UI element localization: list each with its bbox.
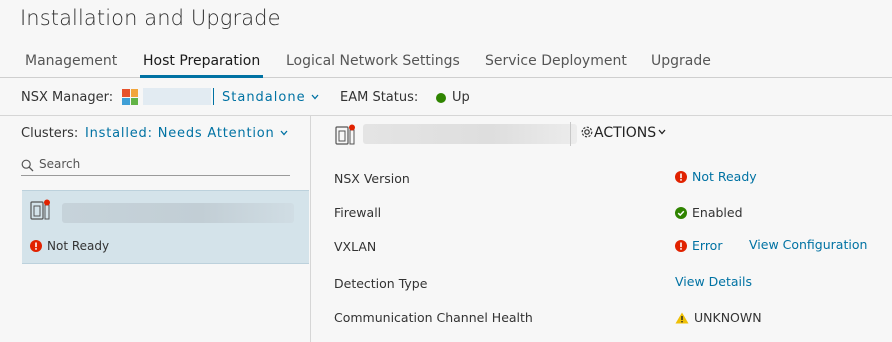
gear-icon	[581, 126, 593, 138]
chevron-down-icon	[280, 130, 288, 136]
nsx-version-value: Not Ready	[692, 169, 757, 184]
tab-logical-network-settings[interactable]: Logical Network Settings	[286, 53, 460, 78]
firewall-value: Enabled	[692, 205, 743, 220]
cluster-name-redacted	[363, 124, 577, 144]
page-title: Installation and Upgrade	[20, 6, 281, 30]
clusters-panel: Clusters: Installed: Needs Attention Not…	[0, 116, 310, 342]
clusters-filter-label: Installed: Needs Attention	[85, 126, 275, 141]
manager-separator	[213, 88, 214, 105]
error-icon	[30, 240, 42, 252]
host-cluster-icon	[30, 199, 50, 220]
error-icon	[675, 171, 687, 183]
vxlan-status-link[interactable]: Error	[675, 238, 722, 253]
tab-management[interactable]: Management	[25, 53, 117, 78]
firewall-status: Enabled	[675, 205, 743, 220]
search-input[interactable]	[39, 155, 279, 173]
view-details-link[interactable]: View Details	[675, 274, 752, 289]
detection-type-label: Detection Type	[334, 276, 428, 291]
cluster-status: Not Ready	[30, 239, 109, 253]
cluster-list-item[interactable]: Not Ready	[22, 190, 309, 264]
vxlan-label: VXLAN	[334, 239, 377, 254]
eam-status-value: Up	[452, 90, 470, 105]
communication-channel-health-value: UNKNOWN	[694, 310, 762, 325]
chevron-down-icon	[658, 129, 666, 135]
actions-label: ACTIONS	[594, 125, 657, 141]
vxlan-value: Error	[692, 238, 723, 253]
nsx-manager-name-redacted	[143, 88, 211, 105]
tab-upgrade[interactable]: Upgrade	[651, 53, 711, 78]
cluster-status-text: Not Ready	[47, 239, 110, 253]
nsx-version-status-link[interactable]: Not Ready	[675, 169, 757, 184]
manager-mode-label: Standalone	[222, 90, 306, 105]
cluster-detail-panel: ACTIONS NSX Version Not Ready Firewall E…	[311, 116, 892, 342]
nsx-version-label: NSX Version	[334, 171, 410, 186]
search-icon	[21, 159, 34, 172]
host-cluster-icon	[335, 124, 355, 145]
eam-status-label: EAM Status:	[340, 90, 419, 105]
actions-menu-button[interactable]: ACTIONS	[580, 125, 666, 141]
tab-host-preparation[interactable]: Host Preparation	[140, 53, 264, 78]
clusters-filter-dropdown[interactable]: Installed: Needs Attention	[85, 126, 288, 141]
cluster-name-redacted	[62, 203, 294, 223]
communication-channel-health-label: Communication Channel Health	[334, 310, 533, 325]
nsx-manager-label: NSX Manager:	[21, 90, 114, 105]
cluster-search	[21, 154, 290, 176]
tab-bar: Management Host Preparation Logical Netw…	[0, 50, 892, 78]
manager-mode-dropdown[interactable]: Standalone	[222, 90, 319, 105]
error-icon	[675, 240, 687, 252]
check-circle-icon	[675, 207, 687, 219]
eam-status-ok-icon	[436, 93, 446, 103]
header-separator	[570, 122, 571, 146]
communication-channel-health-status: UNKNOWN	[675, 310, 762, 325]
manager-bar: NSX Manager: Standalone EAM Status: Up	[0, 88, 892, 108]
warning-icon	[675, 312, 689, 324]
chevron-down-icon	[311, 94, 319, 100]
tab-service-deployment[interactable]: Service Deployment	[485, 53, 627, 78]
firewall-label: Firewall	[334, 205, 382, 220]
view-configuration-link[interactable]: View Configuration	[749, 237, 867, 252]
nsx-manager-logo-icon	[122, 89, 138, 105]
clusters-label: Clusters:	[21, 126, 79, 141]
